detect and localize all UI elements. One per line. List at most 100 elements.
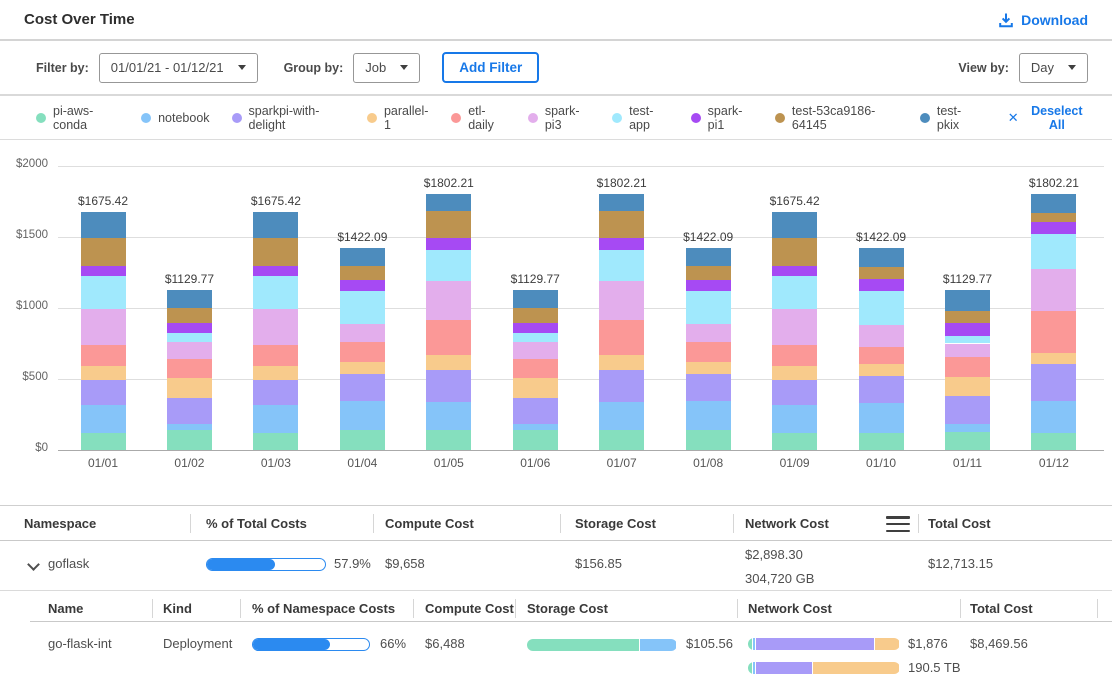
legend-item-spark-pi1[interactable]: spark-pi1 <box>691 104 753 132</box>
x-axis-tick: 01/08 <box>676 456 740 470</box>
chevron-down-icon[interactable] <box>27 558 40 571</box>
bar-segment-notebook <box>253 405 298 432</box>
y-axis-tick: $0 <box>0 442 48 454</box>
usage-bar-segment <box>753 638 756 650</box>
usage-bar-segment <box>527 639 639 651</box>
legend-item-pi-aws-conda[interactable]: pi-aws-conda <box>36 104 119 132</box>
legend-dot-icon <box>612 113 622 123</box>
bar-segment-test-app <box>859 291 904 325</box>
bar-segment-pi-aws-conda <box>513 430 558 450</box>
filter-toolbar: Filter by: 01/01/21 - 01/12/21 Group by:… <box>0 41 1112 96</box>
bar-segment-sparkpi-with-delight <box>253 380 298 405</box>
column-menu-icon[interactable] <box>886 516 910 532</box>
view-by-select[interactable]: Day <box>1019 53 1088 83</box>
bar-segment-etl-daily <box>167 359 212 379</box>
deselect-all-button[interactable]: ✕ Deselect All <box>1008 104 1088 132</box>
x-axis-tick: 01/10 <box>849 456 913 470</box>
bar-segment-test-app <box>513 333 558 342</box>
legend-dot-icon <box>775 113 785 123</box>
bar-segment-pi-aws-conda <box>599 430 644 450</box>
group-by-value: Job <box>365 60 386 75</box>
bar-segment-spark-pi1 <box>513 323 558 334</box>
bar-segment-parallel-1 <box>167 378 212 398</box>
x-axis-tick: 01/03 <box>244 456 308 470</box>
bar-segment-pi-aws-conda <box>772 433 817 450</box>
bar-segment-notebook <box>426 402 471 430</box>
bar-segment-spark-pi1 <box>686 280 731 291</box>
bar-segment-notebook <box>513 424 558 429</box>
bar-segment-parallel-1 <box>599 355 644 370</box>
legend-label: spark-pi3 <box>545 104 590 132</box>
col-total-cost: Total Cost <box>928 516 991 531</box>
legend-item-spark-pi3[interactable]: spark-pi3 <box>528 104 590 132</box>
x-axis-tick: 01/11 <box>936 456 1000 470</box>
legend-item-test-app[interactable]: test-app <box>612 104 669 132</box>
col-network-cost: Network Cost <box>748 601 832 616</box>
storage-cost-value: $156.85 <box>575 556 622 571</box>
bar-segment-etl-daily <box>1031 311 1076 353</box>
legend-item-notebook[interactable]: notebook <box>141 111 209 125</box>
bar-segment-parallel-1 <box>772 366 817 380</box>
download-icon <box>998 12 1014 28</box>
download-button[interactable]: Download <box>998 12 1088 28</box>
bar-segment-etl-daily <box>772 345 817 366</box>
bar-segment-test-53ca9186-64145 <box>513 308 558 322</box>
bar-segment-etl-daily <box>253 345 298 366</box>
bar-segment-notebook <box>772 405 817 432</box>
bar-segment-test-pkix <box>599 194 644 211</box>
legend-label: test-app <box>629 104 669 132</box>
column-divider <box>737 599 738 618</box>
col-storage-cost: Storage Cost <box>575 516 656 531</box>
bar-segment-spark-pi3 <box>599 281 644 319</box>
bar-segment-sparkpi-with-delight <box>945 396 990 424</box>
bar-total-label: $1422.09 <box>835 230 927 244</box>
usage-bar-segment <box>875 638 899 650</box>
bar-segment-spark-pi3 <box>340 324 385 342</box>
legend-item-test-pkix[interactable]: test-pkix <box>920 104 978 132</box>
legend-label: etl-daily <box>468 104 506 132</box>
bar-segment-test-53ca9186-64145 <box>599 211 644 239</box>
x-axis-tick: 01/02 <box>157 456 221 470</box>
bar-total-label: $1802.21 <box>576 176 668 190</box>
deselect-all-label: Deselect All <box>1026 104 1088 132</box>
x-axis-tick: 01/07 <box>590 456 654 470</box>
bar-total-label: $1675.42 <box>57 194 149 208</box>
bar-segment-parallel-1 <box>253 366 298 380</box>
legend-item-etl-daily[interactable]: etl-daily <box>451 104 506 132</box>
bar-segment-test-app <box>253 276 298 309</box>
date-range-select[interactable]: 01/01/21 - 01/12/21 <box>99 53 258 83</box>
close-icon: ✕ <box>1008 111 1019 124</box>
bar-segment-test-app <box>340 291 385 324</box>
y-axis-tick: $1000 <box>0 300 48 312</box>
bar-segment-parallel-1 <box>859 364 904 376</box>
bar-segment-etl-daily <box>686 342 731 363</box>
bar-segment-sparkpi-with-delight <box>81 380 126 405</box>
group-by-select[interactable]: Job <box>353 53 420 83</box>
bar-segment-spark-pi3 <box>81 309 126 345</box>
legend-item-sparkpi-with-delight[interactable]: sparkpi-with-delight <box>232 104 345 132</box>
bar-total-label: $1675.42 <box>230 194 322 208</box>
col-pct-namespace: % of Namespace Costs <box>252 601 395 616</box>
table-row-goflask[interactable]: goflask 57.9% $9,658 $156.85 $2,898.30 3… <box>0 541 1112 591</box>
bar-total-label: $1802.21 <box>1008 176 1100 190</box>
x-axis-tick: 01/06 <box>503 456 567 470</box>
add-filter-button[interactable]: Add Filter <box>442 52 539 83</box>
table-row-go-flask-int[interactable]: go-flask-int Deployment 66% $6,488 $105.… <box>0 622 1112 682</box>
legend-label: parallel-1 <box>384 104 429 132</box>
storage-usage-bar <box>527 639 677 651</box>
legend-item-parallel-1[interactable]: parallel-1 <box>367 104 429 132</box>
x-axis-tick: 01/12 <box>1022 456 1086 470</box>
column-divider <box>960 599 961 618</box>
bar-segment-test-app <box>599 250 644 281</box>
bar-segment-spark-pi1 <box>1031 222 1076 234</box>
legend-dot-icon <box>367 113 377 123</box>
bar-segment-test-app <box>1031 234 1076 269</box>
bar-segment-etl-daily <box>340 342 385 363</box>
col-compute-cost: Compute Cost <box>425 601 514 616</box>
bar-segment-pi-aws-conda <box>340 430 385 450</box>
legend-dot-icon <box>451 113 461 123</box>
legend-item-test-53ca9186-64145[interactable]: test-53ca9186-64145 <box>775 104 898 132</box>
bar-segment-test-53ca9186-64145 <box>167 308 212 322</box>
bar-segment-etl-daily <box>859 347 904 364</box>
y-axis-tick: $1500 <box>0 229 48 241</box>
